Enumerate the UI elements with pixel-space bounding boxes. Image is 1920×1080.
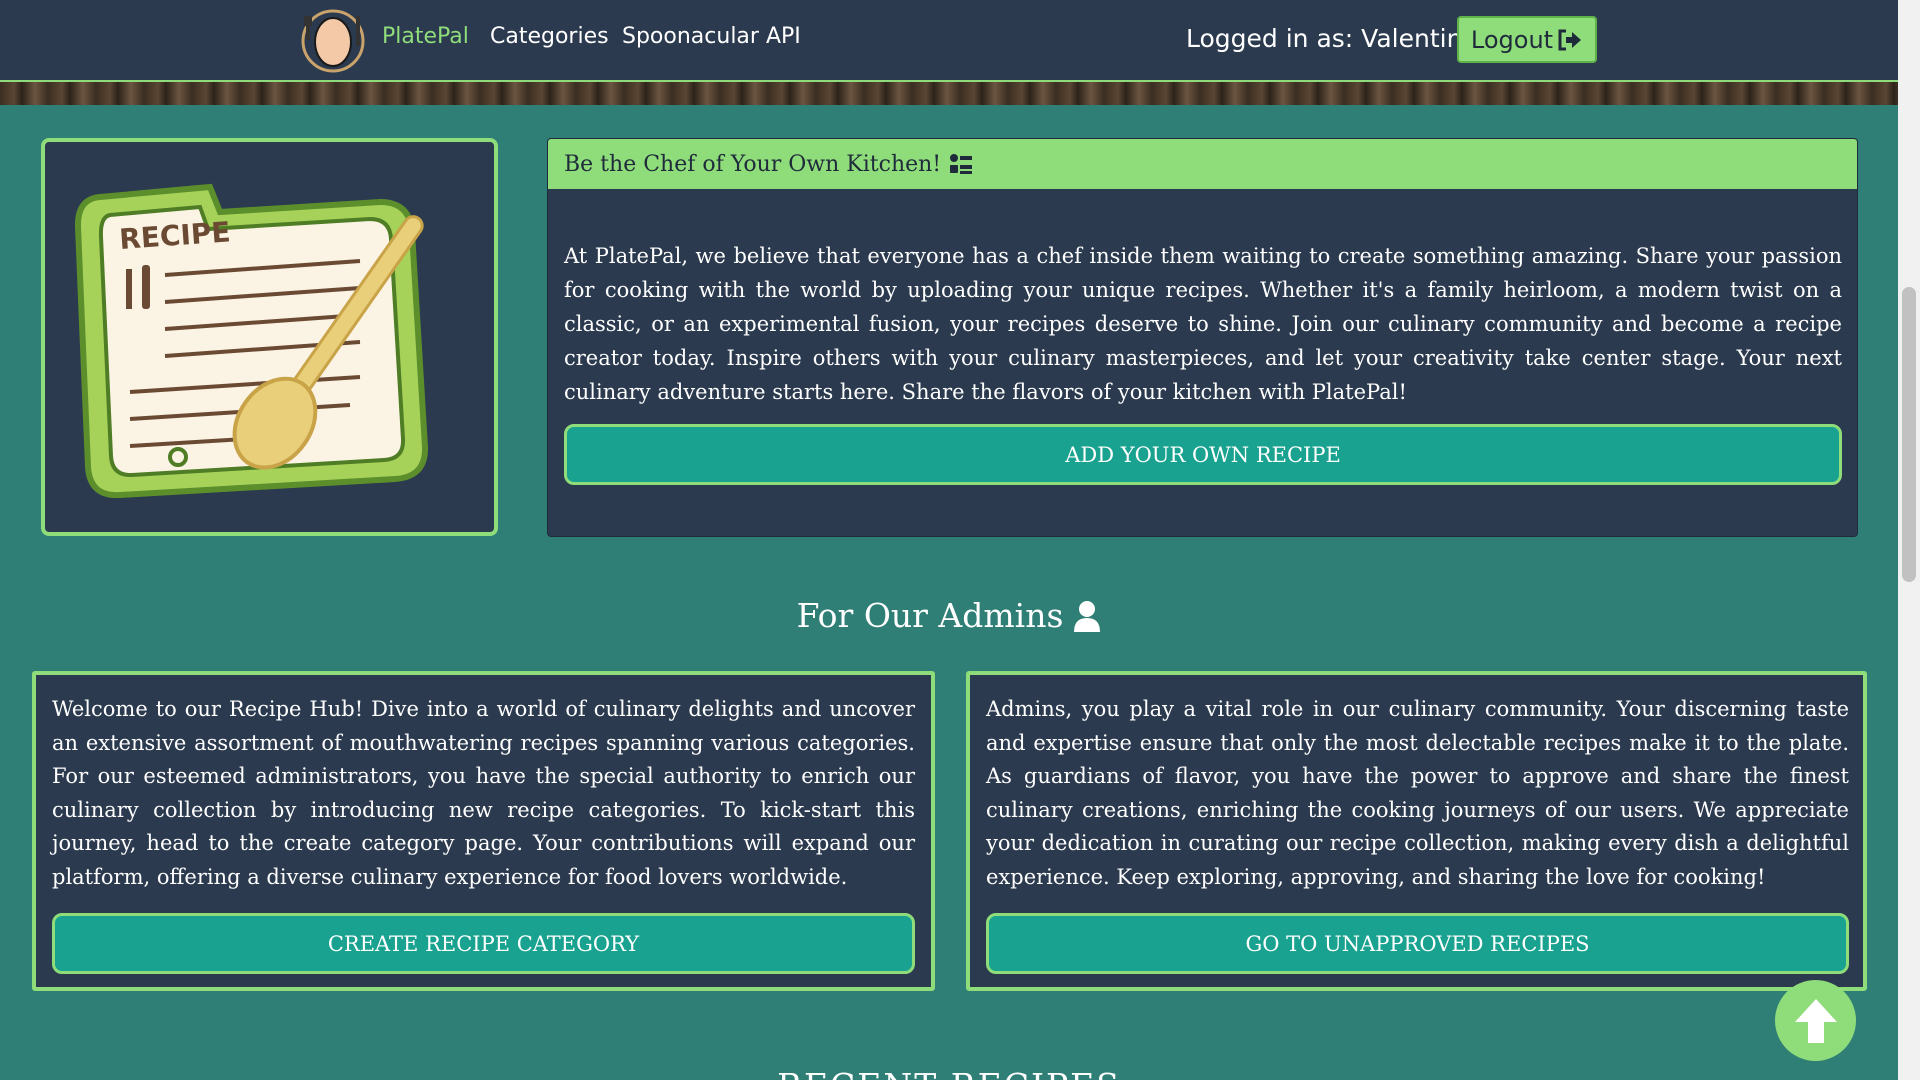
logout-button[interactable]: Logout — [1457, 16, 1597, 63]
page-scrollbar[interactable] — [1898, 0, 1920, 1080]
chef-card-header: Be the Chef of Your Own Kitchen! — [548, 139, 1857, 189]
nav-brand-link[interactable]: PlatePal — [382, 24, 469, 49]
list-check-icon — [950, 154, 973, 174]
create-recipe-category-button[interactable]: CREATE RECIPE CATEGORY — [52, 913, 915, 974]
become-chef-card: Be the Chef of Your Own Kitchen! At Plat… — [547, 138, 1858, 537]
sign-out-icon — [1558, 29, 1582, 50]
add-your-own-recipe-button[interactable]: ADD YOUR OWN RECIPE — [564, 424, 1842, 485]
scrollbar-thumb[interactable] — [1902, 287, 1916, 582]
arrow-up-icon — [1794, 998, 1837, 1043]
chef-card-title: Be the Chef of Your Own Kitchen! — [564, 151, 942, 177]
user-icon — [1074, 600, 1101, 632]
logout-label: Logout — [1470, 25, 1554, 54]
logged-in-status: Logged in as: Valentin — [1186, 24, 1463, 53]
admin-right-description: Admins, you play a vital role in our cul… — [986, 697, 1849, 889]
recipe-illustration-frame: RECIPE — [41, 138, 498, 536]
admin-create-category-card: Welcome to our Recipe Hub! Dive into a w… — [32, 671, 935, 991]
navbar: PlatePal Categories Spoonacular API Logg… — [0, 0, 1898, 82]
recent-recipes-heading: RECENT RECIPES — [0, 1066, 1898, 1080]
admin-unapproved-recipes-card: Admins, you play a vital role in our cul… — [966, 671, 1867, 991]
admins-section-title: For Our Admins — [0, 596, 1898, 635]
nav-link-categories[interactable]: Categories — [490, 24, 609, 49]
recipe-card-illustration: RECIPE — [74, 183, 428, 499]
chef-card-description: At PlatePal, we believe that everyone ha… — [564, 244, 1842, 404]
platepal-logo-icon[interactable] — [300, 8, 366, 74]
admins-title-text: For Our Admins — [796, 596, 1064, 635]
go-to-unapproved-recipes-button[interactable]: GO TO UNAPPROVED RECIPES — [986, 913, 1849, 974]
scroll-to-top-button[interactable] — [1775, 980, 1856, 1061]
admin-left-description: Welcome to our Recipe Hub! Dive into a w… — [52, 697, 915, 889]
wood-divider — [0, 82, 1898, 105]
nav-link-spoonacular-api[interactable]: Spoonacular API — [622, 24, 801, 49]
